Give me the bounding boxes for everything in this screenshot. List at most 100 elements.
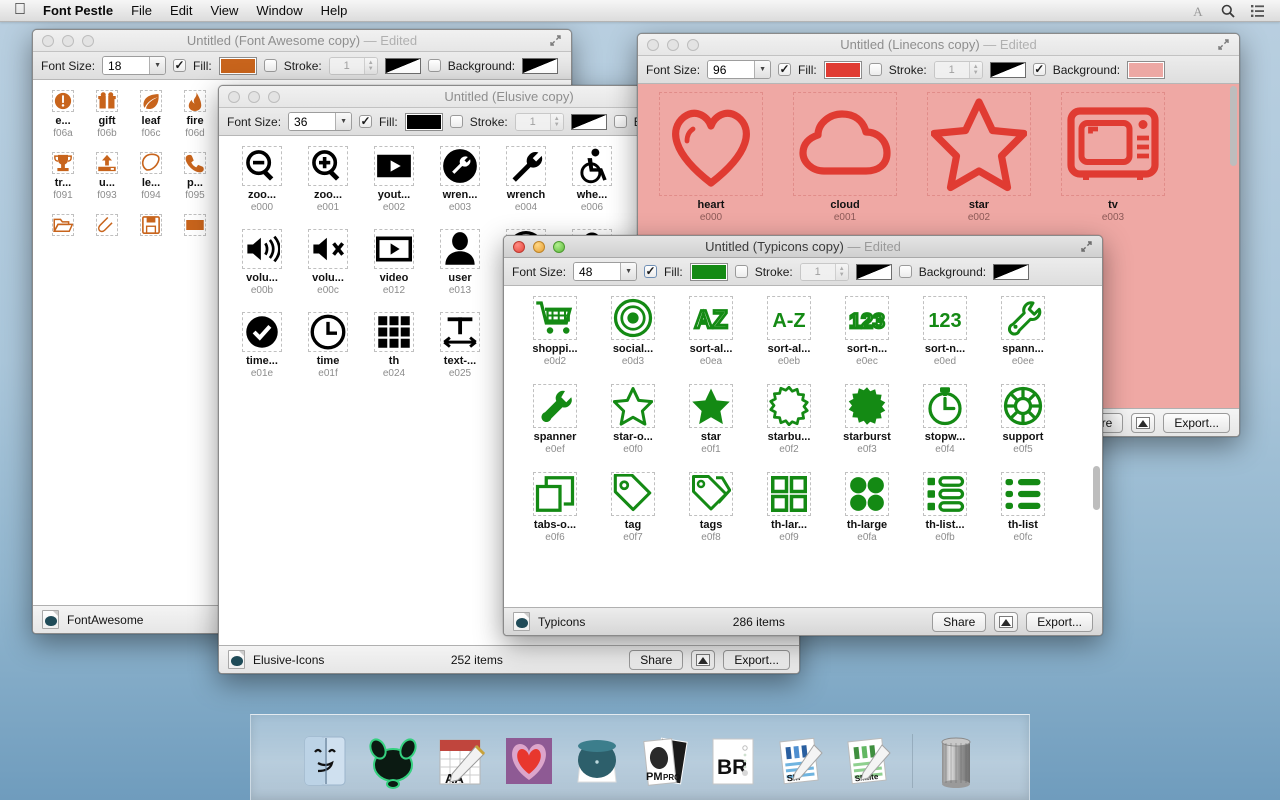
glyph-cell[interactable]: user e013 xyxy=(427,229,493,296)
chevron-down-icon[interactable]: ▼ xyxy=(620,263,637,280)
glyph-cell[interactable]: th-list... e0fb xyxy=(906,472,984,543)
menu-item-window[interactable]: Window xyxy=(247,0,311,22)
fullscreen-icon[interactable] xyxy=(1217,38,1231,52)
glyph-cell[interactable]: time... e01e xyxy=(229,312,295,379)
font-size-input[interactable]: 48 ▼ xyxy=(573,262,638,281)
glyph-cell[interactable]: star e002 xyxy=(912,92,1046,223)
glyph-cell[interactable]: volu... e00b xyxy=(229,229,295,296)
toolbar[interactable]: Font Size: 18 ▼ Fill: Stroke: 1 ▲▼ Backg… xyxy=(33,52,571,80)
preview-icon[interactable] xyxy=(994,611,1019,632)
export-button[interactable]: Export... xyxy=(723,649,790,670)
dock-item-heart[interactable] xyxy=(500,732,558,790)
glyph-cell[interactable]: AZ sort-al... e0ea xyxy=(672,296,750,367)
minimize-button[interactable] xyxy=(667,38,679,51)
stroke-width-stepper[interactable]: 1 ▲ ▼ xyxy=(799,262,849,281)
font-size-input[interactable]: 36 ▼ xyxy=(288,112,353,131)
glyph-cell[interactable]: fire f06d xyxy=(173,90,217,139)
stroke-width-value[interactable]: 1 xyxy=(934,61,969,78)
glyph-cell[interactable]: star-o... e0f0 xyxy=(594,384,672,455)
glyph-cell[interactable]: leaf f06c xyxy=(129,90,173,139)
glyph-cell[interactable]: A-Z sort-al... e0eb xyxy=(750,296,828,367)
dock-item-pmpro[interactable]: PM PRO xyxy=(636,732,694,790)
glyph-cell[interactable]: time e01f xyxy=(295,312,361,379)
fullscreen-icon[interactable] xyxy=(549,34,563,48)
glyph-cell[interactable]: p... f095 xyxy=(173,152,217,201)
glyph-cell[interactable] xyxy=(85,214,129,236)
glyph-cell[interactable]: th e024 xyxy=(361,312,427,379)
glyph-cell[interactable] xyxy=(129,214,173,236)
font-size-input[interactable]: 96 ▼ xyxy=(707,60,772,79)
preview-icon[interactable] xyxy=(691,649,716,670)
maximize-button[interactable] xyxy=(268,90,280,103)
traffic-lights[interactable] xyxy=(33,34,94,47)
background-color-swatch[interactable] xyxy=(993,263,1030,280)
background-checkbox[interactable] xyxy=(898,265,912,278)
stroke-width-stepper[interactable]: 1 ▲ ▼ xyxy=(933,60,983,79)
glyph-cell[interactable]: u... f093 xyxy=(85,152,129,201)
close-button[interactable] xyxy=(513,240,525,253)
minimize-button[interactable] xyxy=(248,90,260,103)
dock-item-finder[interactable] xyxy=(296,732,354,790)
minimize-button[interactable] xyxy=(62,34,74,47)
stroke-checkbox[interactable] xyxy=(868,63,882,76)
window-typicons[interactable]: Untitled (Typicons copy) — Edited Font S… xyxy=(503,235,1103,636)
chevron-down-icon[interactable]: ▼ xyxy=(149,57,166,74)
glyph-cell[interactable]: tr... f091 xyxy=(41,152,85,201)
font-size-value[interactable]: 48 xyxy=(574,263,621,280)
stepper-arrows-icon[interactable]: ▲ ▼ xyxy=(549,113,563,130)
glyph-cell[interactable] xyxy=(173,214,217,236)
background-checkbox[interactable] xyxy=(427,59,441,72)
fill-color-swatch[interactable] xyxy=(404,112,443,131)
background-color-swatch[interactable] xyxy=(1127,60,1166,79)
menu-item-help[interactable]: Help xyxy=(312,0,357,22)
dock-item-calendar-edit[interactable]: AA xyxy=(432,732,490,790)
glyph-cell[interactable]: shoppi... e0d2 xyxy=(516,296,594,367)
dock-item-trash[interactable] xyxy=(927,732,985,790)
menu-item-file[interactable]: File xyxy=(122,0,161,22)
dock-item-pot[interactable] xyxy=(568,732,626,790)
glyph-cell[interactable]: th-lar... e0f9 xyxy=(750,472,828,543)
search-icon[interactable] xyxy=(1220,3,1236,19)
fill-checkbox[interactable] xyxy=(173,59,187,72)
glyph-cell[interactable] xyxy=(41,214,85,236)
vertical-scrollbar[interactable] xyxy=(1229,86,1238,406)
stroke-checkbox[interactable] xyxy=(263,59,277,72)
maximize-button[interactable] xyxy=(553,240,565,253)
stroke-checkbox[interactable] xyxy=(449,115,463,128)
glyph-cell[interactable]: 123 sort-n... e0ec xyxy=(828,296,906,367)
dock-item-smlite-green[interactable]: SMlite xyxy=(840,732,898,790)
glyph-cell[interactable]: tabs-o... e0f6 xyxy=(516,472,594,543)
menu-item-view[interactable]: View xyxy=(201,0,247,22)
glyph-cell[interactable]: wren... e003 xyxy=(427,146,493,213)
toolbar[interactable]: Font Size: 48 ▼ Fill: Stroke: 1 ▲▼ Backg… xyxy=(504,258,1102,286)
stepper-arrows-icon[interactable]: ▲ ▼ xyxy=(968,61,982,78)
menu-item-edit[interactable]: Edit xyxy=(161,0,201,22)
glyph-cell[interactable]: tv e003 xyxy=(1046,92,1180,223)
vertical-scrollbar[interactable] xyxy=(1092,288,1101,605)
glyph-cell[interactable]: volu... e00c xyxy=(295,229,361,296)
notification-center-icon[interactable] xyxy=(1250,3,1266,19)
chevron-down-icon[interactable]: ▼ xyxy=(335,113,352,130)
close-button[interactable] xyxy=(42,34,54,47)
menu-item-font-pestle[interactable]: Font Pestle xyxy=(34,0,122,22)
glyph-cell[interactable]: tag e0f7 xyxy=(594,472,672,543)
glyph-cell[interactable]: le... f094 xyxy=(129,152,173,201)
export-button[interactable]: Export... xyxy=(1163,412,1230,433)
glyph-cell[interactable]: zoo... e000 xyxy=(229,146,295,213)
stepper-arrows-icon[interactable]: ▲ ▼ xyxy=(834,263,848,280)
glyph-cell[interactable]: yout... e002 xyxy=(361,146,427,213)
stroke-color-swatch[interactable] xyxy=(989,61,1026,78)
glyph-cell[interactable]: 123 sort-n... e0ed xyxy=(906,296,984,367)
fill-checkbox[interactable] xyxy=(644,265,658,278)
share-button[interactable]: Share xyxy=(629,649,684,670)
close-button[interactable] xyxy=(228,90,240,103)
glyph-cell[interactable]: social... e0d3 xyxy=(594,296,672,367)
stepper-arrows-icon[interactable]: ▲ ▼ xyxy=(363,57,377,74)
dock-item-br[interactable]: BR xyxy=(704,732,762,790)
glyph-cell[interactable]: spann... e0ee xyxy=(984,296,1062,367)
titlebar[interactable]: Untitled (Typicons copy) — Edited xyxy=(504,236,1102,258)
glyph-cell[interactable]: support e0f5 xyxy=(984,384,1062,455)
glyph-cell[interactable]: th-large e0fa xyxy=(828,472,906,543)
fullscreen-icon[interactable] xyxy=(1080,240,1094,254)
traffic-lights[interactable] xyxy=(219,90,280,103)
